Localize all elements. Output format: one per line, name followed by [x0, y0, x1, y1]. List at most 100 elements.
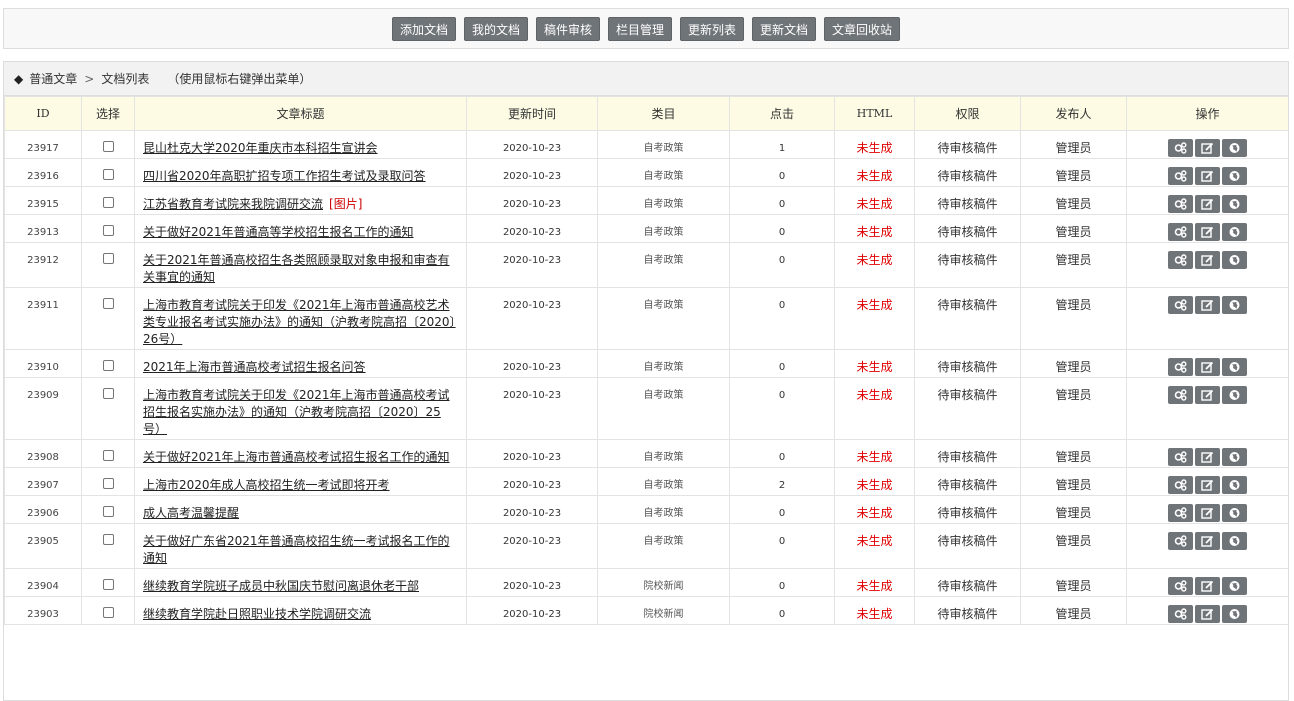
row-category[interactable]: 自考政策	[597, 242, 730, 288]
edit-button[interactable]	[1195, 296, 1220, 314]
preview-button[interactable]	[1222, 358, 1247, 376]
row-select-checkbox[interactable]	[102, 253, 114, 264]
row-category[interactable]: 自考政策	[597, 523, 730, 569]
table-row[interactable]: 23903 继续教育学院赴日照职业技术学院调研交流 2020-10-23 院校新闻 0 未…	[4, 596, 1288, 625]
settings-button[interactable]	[1168, 223, 1193, 241]
edit-button[interactable]	[1195, 605, 1220, 623]
edit-button[interactable]	[1195, 195, 1220, 213]
row-select-checkbox[interactable]	[102, 506, 114, 517]
table-row[interactable]: 23912 关于2021年普通高校招生各类照顾录取对象申报和审查有关事宜的通知 20…	[4, 242, 1288, 288]
table-row[interactable]: 23906 成人高考温馨提醒 2020-10-23 自考政策 0 未生成 待审核稿件 管理员	[4, 495, 1288, 524]
settings-button[interactable]	[1168, 448, 1193, 466]
update-document-button[interactable]: 更新文档	[752, 16, 817, 41]
breadcrumb-root[interactable]: 普通文章	[29, 63, 77, 95]
row-category[interactable]: 自考政策	[597, 439, 730, 468]
table-row[interactable]: 23916 四川省2020年高职扩招专项工作招生考试及录取问答 2020-10-23…	[4, 158, 1288, 187]
table-row[interactable]: 23917 昆山杜克大学2020年重庆市本科招生宣讲会 2020-10-23 自考政策…	[4, 130, 1288, 159]
table-row[interactable]: 23907 上海市2020年成人高校招生统一考试即将开考 2020-10-23 自考政…	[4, 467, 1288, 496]
row-category[interactable]: 自考政策	[597, 349, 730, 378]
preview-button[interactable]	[1222, 139, 1247, 157]
row-category[interactable]: 自考政策	[597, 158, 730, 187]
row-title-link[interactable]: 江苏省教育考试院来我院调研交流	[143, 197, 323, 211]
my-documents-button[interactable]: 我的文档	[463, 16, 528, 41]
recycle-bin-button[interactable]: 文章回收站	[824, 16, 901, 41]
table-row[interactable]: 23909 上海市教育考试院关于印发《2021年上海市普通高校考试招生报名实施办法…	[4, 377, 1288, 440]
row-title-link[interactable]: 关于2021年普通高校招生各类照顾录取对象申报和审查有关事宜的通知	[143, 253, 450, 284]
row-title-link[interactable]: 成人高考温馨提醒	[143, 506, 239, 520]
edit-button[interactable]	[1195, 139, 1220, 157]
settings-button[interactable]	[1168, 605, 1193, 623]
edit-button[interactable]	[1195, 532, 1220, 550]
preview-button[interactable]	[1222, 167, 1247, 185]
edit-button[interactable]	[1195, 386, 1220, 404]
row-title-link[interactable]: 上海市教育考试院关于印发《2021年上海市普通高校考试招生报名实施办法》的通知（…	[143, 388, 450, 436]
row-category[interactable]: 自考政策	[597, 377, 730, 440]
row-category[interactable]: 自考政策	[597, 130, 730, 159]
preview-button[interactable]	[1222, 504, 1247, 522]
row-select-checkbox[interactable]	[102, 478, 114, 489]
table-row[interactable]: 23913 关于做好2021年普通高等学校招生报名工作的通知 2020-10-23 自…	[4, 214, 1288, 243]
row-title-link[interactable]: 继续教育学院班子成员中秋国庆节慰问离退休老干部	[143, 579, 419, 593]
preview-button[interactable]	[1222, 448, 1247, 466]
preview-button[interactable]	[1222, 386, 1247, 404]
row-category[interactable]: 自考政策	[597, 495, 730, 524]
row-title-link[interactable]: 关于做好2021年普通高等学校招生报名工作的通知	[143, 225, 414, 239]
row-select-checkbox[interactable]	[102, 388, 114, 399]
preview-button[interactable]	[1222, 251, 1247, 269]
preview-button[interactable]	[1222, 223, 1247, 241]
preview-button[interactable]	[1222, 605, 1247, 623]
edit-button[interactable]	[1195, 223, 1220, 241]
settings-button[interactable]	[1168, 251, 1193, 269]
row-title-link[interactable]: 继续教育学院赴日照职业技术学院调研交流	[143, 607, 371, 621]
settings-button[interactable]	[1168, 296, 1193, 314]
row-select-checkbox[interactable]	[102, 197, 114, 208]
row-select-checkbox[interactable]	[102, 607, 114, 618]
row-title-link[interactable]: 昆山杜克大学2020年重庆市本科招生宣讲会	[143, 141, 378, 155]
table-row[interactable]: 23908 关于做好2021年上海市普通高校考试招生报名工作的通知 2020-10-…	[4, 439, 1288, 468]
row-select-checkbox[interactable]	[102, 534, 114, 545]
settings-button[interactable]	[1168, 358, 1193, 376]
settings-button[interactable]	[1168, 476, 1193, 494]
row-select-checkbox[interactable]	[102, 141, 114, 152]
settings-button[interactable]	[1168, 195, 1193, 213]
row-select-checkbox[interactable]	[102, 579, 114, 590]
preview-button[interactable]	[1222, 532, 1247, 550]
row-title-link[interactable]: 四川省2020年高职扩招专项工作招生考试及录取问答	[143, 169, 426, 183]
settings-button[interactable]	[1168, 577, 1193, 595]
row-title-link[interactable]: 上海市2020年成人高校招生统一考试即将开考	[143, 478, 390, 492]
column-management-button[interactable]: 栏目管理	[607, 16, 672, 41]
row-category[interactable]: 自考政策	[597, 186, 730, 215]
row-category[interactable]: 院校新闻	[597, 568, 730, 597]
table-row[interactable]: 23915 江苏省教育考试院来我院调研交流 [图片] 2020-10-23 自考政策 0 未…	[4, 186, 1288, 215]
settings-button[interactable]	[1168, 532, 1193, 550]
row-select-checkbox[interactable]	[102, 298, 114, 309]
edit-button[interactable]	[1195, 358, 1220, 376]
row-title-link[interactable]: 2021年上海市普通高校考试招生报名问答	[143, 360, 366, 374]
edit-button[interactable]	[1195, 504, 1220, 522]
preview-button[interactable]	[1222, 577, 1247, 595]
settings-button[interactable]	[1168, 504, 1193, 522]
settings-button[interactable]	[1168, 386, 1193, 404]
row-category[interactable]: 院校新闻	[597, 596, 730, 625]
settings-button[interactable]	[1168, 167, 1193, 185]
row-title-link[interactable]: 上海市教育考试院关于印发《2021年上海市普通高校艺术类专业报名考试实施办法》的…	[143, 298, 456, 346]
row-select-checkbox[interactable]	[102, 169, 114, 180]
preview-button[interactable]	[1222, 476, 1247, 494]
manuscript-review-button[interactable]: 稿件审核	[535, 16, 600, 41]
table-row[interactable]: 23904 继续教育学院班子成员中秋国庆节慰问离退休老干部 2020-10-23 院校…	[4, 568, 1288, 597]
settings-button[interactable]	[1168, 139, 1193, 157]
table-row[interactable]: 23910 2021年上海市普通高校考试招生报名问答 2020-10-23 自考政策 0…	[4, 349, 1288, 378]
preview-button[interactable]	[1222, 296, 1247, 314]
edit-button[interactable]	[1195, 577, 1220, 595]
edit-button[interactable]	[1195, 251, 1220, 269]
row-category[interactable]: 自考政策	[597, 287, 730, 350]
update-list-button[interactable]: 更新列表	[680, 16, 745, 41]
row-category[interactable]: 自考政策	[597, 467, 730, 496]
edit-button[interactable]	[1195, 448, 1220, 466]
edit-button[interactable]	[1195, 476, 1220, 494]
add-document-button[interactable]: 添加文档	[391, 16, 456, 41]
row-select-checkbox[interactable]	[102, 450, 114, 461]
table-row[interactable]: 23905 关于做好广东省2021年普通高校招生统一考试报名工作的通知 2020-1…	[4, 523, 1288, 569]
row-select-checkbox[interactable]	[102, 360, 114, 371]
table-row[interactable]: 23911 上海市教育考试院关于印发《2021年上海市普通高校艺术类专业报名考试实…	[4, 287, 1288, 350]
